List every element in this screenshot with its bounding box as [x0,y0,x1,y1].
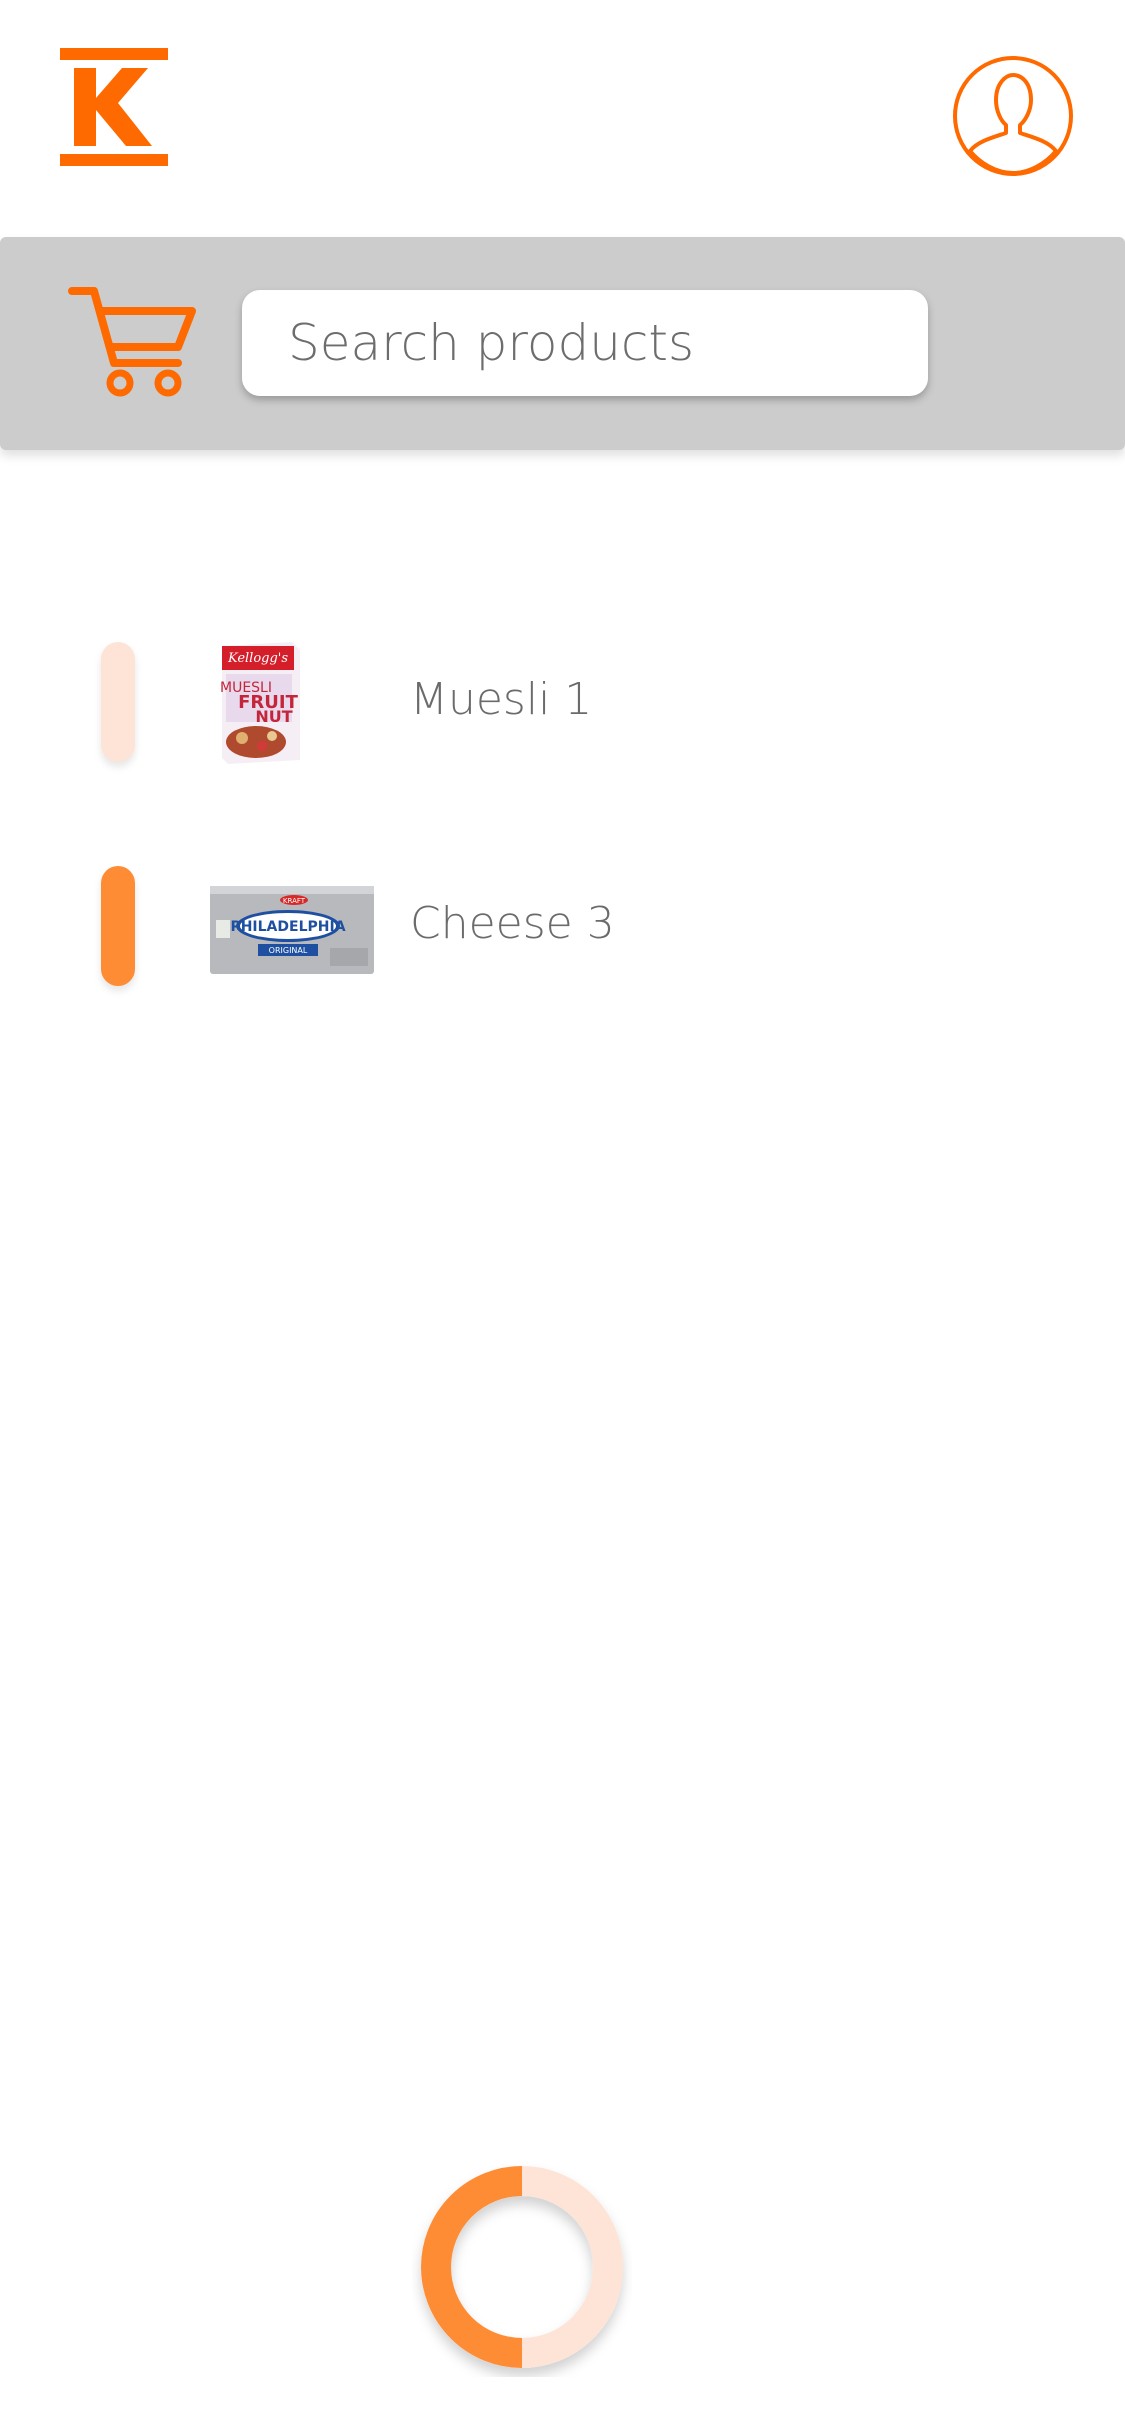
k-logo-icon[interactable] [60,48,168,168]
user-profile-icon[interactable] [952,55,1074,177]
svg-text:KRAFT: KRAFT [283,897,306,905]
svg-text:Kellogg's: Kellogg's [227,651,288,666]
cheese-package-image: KRAFT PHILADELPHIA ORIGINAL [210,886,374,974]
svg-text:NUT: NUT [255,707,292,726]
svg-text:PHILADELPHIA: PHILADELPHIA [230,919,345,935]
search-input[interactable] [242,290,928,396]
shopping-cart-icon[interactable] [68,285,198,397]
progress-ring [421,2166,623,2368]
item-toggle[interactable] [101,866,135,986]
item-toggle[interactable] [101,642,135,762]
list-item-cheese[interactable]: KRAFT PHILADELPHIA ORIGINAL Cheese 3 [0,866,1125,1006]
list-item-muesli[interactable]: Kellogg's MUESLI FRUIT NUT Muesli 1 [0,642,1125,782]
svg-text:ORIGINAL: ORIGINAL [269,946,308,955]
item-label: Muesli 1 [410,674,593,725]
muesli-box-image: Kellogg's MUESLI FRUIT NUT [220,642,300,764]
item-label: Cheese 3 [410,898,615,949]
app-header [0,0,1125,237]
